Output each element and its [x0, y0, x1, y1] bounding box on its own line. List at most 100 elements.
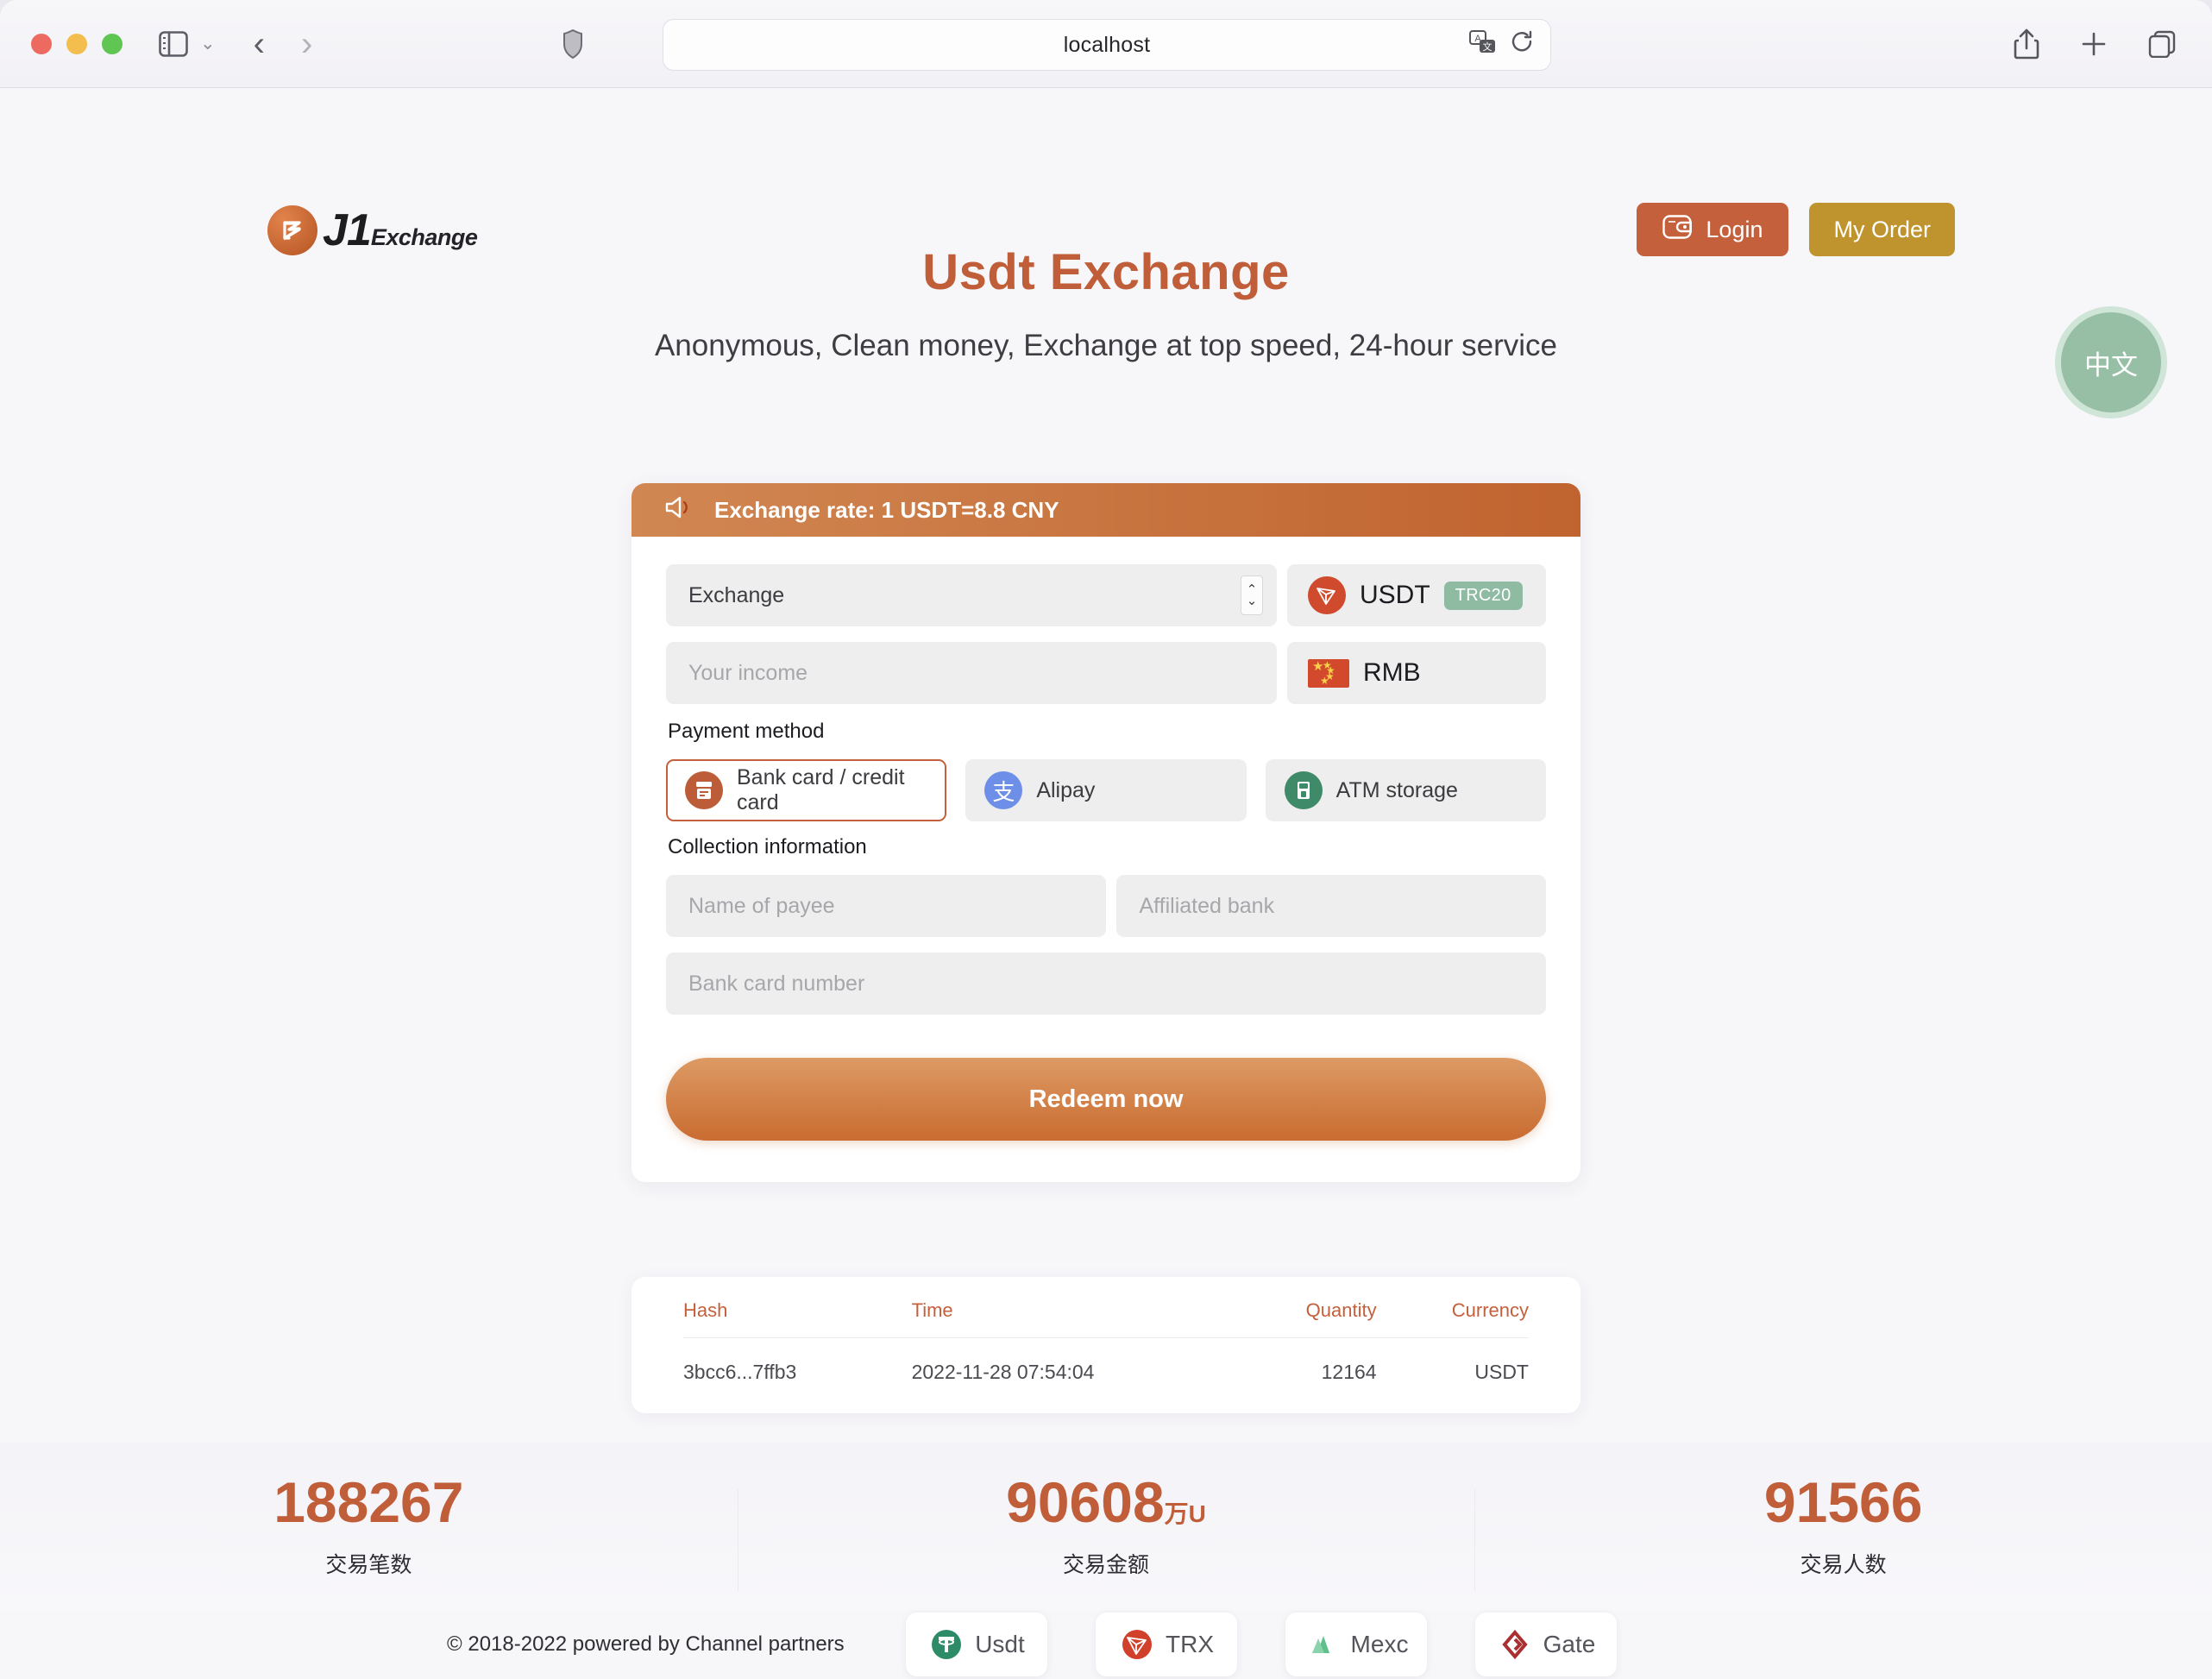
window-controls	[31, 33, 123, 54]
affiliated-bank-placeholder: Affiliated bank	[1139, 893, 1275, 918]
site-footer: © 2018-2022 powered by Channel partners …	[0, 1610, 2212, 1679]
column-header-quantity: Quantity	[1190, 1299, 1377, 1338]
stat-label-1: 交易金额	[1063, 1553, 1150, 1577]
cell-hash: 3bcc6...7ffb3	[683, 1361, 797, 1383]
tron-icon	[1119, 1626, 1155, 1663]
collection-row-2: Bank card number	[666, 953, 1546, 1015]
exchange-amount-value: Exchange	[688, 582, 785, 607]
partner-gate-label: Gate	[1543, 1631, 1596, 1657]
translate-icon[interactable]: A文	[1469, 29, 1497, 60]
stat-unit-1: 万U	[1164, 1500, 1206, 1527]
payment-method-label: Payment method	[668, 720, 825, 743]
tron-icon	[1308, 576, 1346, 614]
column-header-currency: Currency	[1376, 1299, 1529, 1338]
browser-window: ⌄ ‹ › localhost A文 J1 Exchange Login My …	[0, 0, 2212, 1679]
income-row: Your income ★ ★ ★ ★ ★ RMB	[666, 642, 1546, 704]
exchange-card-body: Exchange ⌃ ⌄ USDT TRC20 Your income ★ ★ …	[632, 537, 1580, 1182]
my-order-button-label: My Order	[1833, 216, 1931, 242]
language-toggle-label: 中文	[2084, 349, 2138, 380]
payment-method-group: Bank card / credit card 支 Alipay ATM sto…	[666, 759, 1546, 821]
cell-time: 2022-11-28 07:54:04	[911, 1361, 1095, 1383]
share-icon[interactable]	[2014, 28, 2039, 60]
china-flag-icon: ★ ★ ★ ★ ★	[1308, 658, 1349, 688]
sidebar-icon[interactable]	[159, 30, 188, 57]
payment-option-bank-card[interactable]: Bank card / credit card	[666, 759, 947, 821]
stat-label-2: 交易人数	[1800, 1553, 1887, 1577]
payee-name-placeholder: Name of payee	[688, 893, 835, 918]
chevron-down-icon[interactable]: ⌄	[200, 33, 216, 54]
tether-icon	[928, 1626, 965, 1663]
redeem-now-button[interactable]: Redeem now	[666, 1058, 1546, 1141]
payment-option-atm[interactable]: ATM storage	[1265, 759, 1546, 821]
payment-option-alipay[interactable]: 支 Alipay	[965, 759, 1247, 821]
amount-row: Exchange ⌃ ⌄ USDT TRC20	[666, 564, 1546, 626]
language-toggle-button[interactable]: 中文	[2055, 306, 2167, 418]
bank-card-number-input[interactable]: Bank card number	[666, 953, 1546, 1015]
cell-quantity: 12164	[1321, 1361, 1377, 1383]
forward-arrow-icon[interactable]: ›	[301, 27, 312, 61]
exchange-amount-input[interactable]: Exchange ⌃ ⌄	[666, 564, 1277, 626]
partner-mexc-label: Mexc	[1350, 1631, 1409, 1657]
income-input[interactable]: Your income	[666, 642, 1277, 704]
megaphone-icon	[664, 494, 694, 526]
toolbar-right-actions	[2014, 28, 2176, 60]
transactions-card: Hash Time Quantity Currency 3bcc6...7ffb…	[632, 1277, 1580, 1413]
payment-option-alipay-label: Alipay	[1036, 777, 1096, 802]
logo-secondary-text: Exchange	[370, 224, 478, 250]
alipay-icon: 支	[984, 771, 1023, 809]
exchange-rate-banner: Exchange rate: 1 USDT=8.8 CNY	[632, 483, 1580, 537]
close-window-button[interactable]	[31, 33, 52, 54]
stat-user-count: 91566 交易人数	[1474, 1474, 2212, 1591]
to-currency-selector[interactable]: ★ ★ ★ ★ ★ RMB	[1287, 642, 1546, 704]
partner-trx[interactable]: TRX	[1096, 1613, 1237, 1676]
stat-transaction-amount: 90608万U 交易金额	[737, 1474, 1475, 1591]
spinner-down-icon[interactable]: ⌄	[1247, 594, 1258, 607]
collection-row-1: Name of payee Affiliated bank	[666, 875, 1547, 937]
bank-card-number-placeholder: Bank card number	[688, 971, 865, 996]
maximize-window-button[interactable]	[102, 33, 123, 54]
stat-label-0: 交易笔数	[325, 1553, 412, 1577]
partner-usdt-label: Usdt	[975, 1631, 1025, 1657]
atm-icon	[1284, 771, 1323, 809]
stat-value-2: 91566	[1763, 1470, 1923, 1534]
back-arrow-icon[interactable]: ‹	[254, 27, 265, 61]
payment-option-atm-label: ATM storage	[1335, 777, 1458, 802]
partner-gate[interactable]: Gate	[1475, 1613, 1617, 1676]
logo-mark-icon	[267, 205, 317, 255]
minimize-window-button[interactable]	[66, 33, 87, 54]
from-currency-selector[interactable]: USDT TRC20	[1287, 564, 1546, 626]
login-button-label: Login	[1706, 216, 1763, 242]
reload-icon[interactable]	[1511, 30, 1535, 60]
copyright-text: © 2018-2022 powered by Channel partners	[447, 1632, 845, 1656]
payee-name-input[interactable]: Name of payee	[666, 875, 1107, 937]
wallet-icon	[1662, 214, 1693, 245]
privacy-shield-icon[interactable]	[562, 28, 583, 59]
tab-overview-icon[interactable]	[2148, 30, 2176, 58]
partner-trx-label: TRX	[1166, 1631, 1214, 1657]
from-currency-name: USDT	[1360, 581, 1430, 609]
navigation-buttons: ‹ ›	[254, 27, 313, 61]
site-logo[interactable]: J1 Exchange	[267, 205, 478, 255]
exchange-card: Exchange rate: 1 USDT=8.8 CNY Exchange ⌃…	[632, 483, 1580, 1182]
spinner-up-icon[interactable]: ⌃	[1247, 583, 1258, 596]
gate-icon	[1497, 1626, 1533, 1663]
svg-text:文: 文	[1483, 41, 1492, 53]
payment-option-bank-card-label: Bank card / credit card	[737, 765, 905, 814]
partner-mexc[interactable]: Mexc	[1285, 1613, 1427, 1676]
mexc-icon	[1304, 1626, 1341, 1663]
login-button[interactable]: Login	[1637, 203, 1789, 256]
plus-icon[interactable]	[2081, 31, 2107, 57]
collection-information-label: Collection information	[668, 835, 867, 858]
my-order-button[interactable]: My Order	[1809, 203, 1955, 256]
address-bar-url: localhost	[1063, 32, 1151, 57]
affiliated-bank-input[interactable]: Affiliated bank	[1116, 875, 1547, 937]
browser-toolbar: ⌄ ‹ › localhost A文	[0, 0, 2212, 88]
partner-usdt[interactable]: Usdt	[906, 1613, 1047, 1676]
partner-list: Usdt TRX Mexc Gate	[906, 1613, 1617, 1676]
number-spinner[interactable]: ⌃ ⌄	[1241, 575, 1263, 615]
table-row[interactable]: 3bcc6...7ffb3 2022-11-28 07:54:04 12164 …	[683, 1338, 1529, 1385]
page-subtitle: Anonymous, Clean money, Exchange at top …	[654, 329, 1558, 362]
statistics-section: 188267 交易笔数 90608万U 交易金额 91566 交易人数	[0, 1443, 2212, 1610]
cell-currency: USDT	[1474, 1361, 1529, 1383]
address-bar[interactable]: localhost A文	[663, 19, 1551, 71]
